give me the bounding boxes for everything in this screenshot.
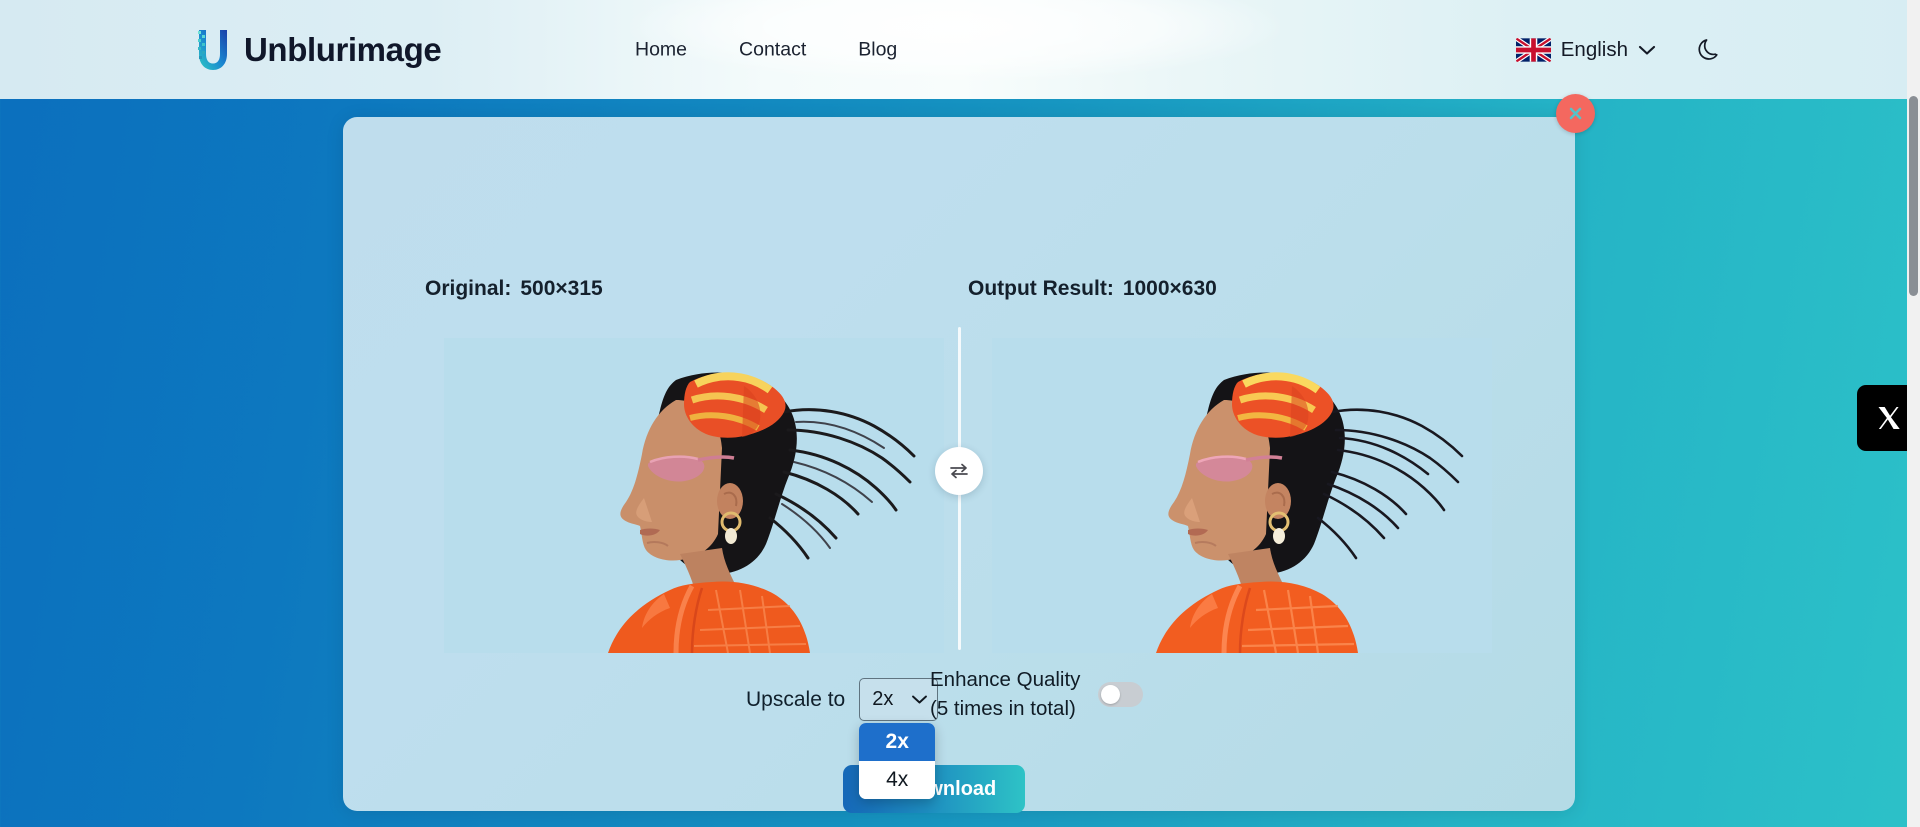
original-size-key: Original:: [425, 277, 512, 300]
enhance-quality-group: Enhance Quality (5 times in total): [930, 665, 1144, 723]
brand-name: Unblurimage: [244, 30, 442, 68]
dark-mode-toggle[interactable]: [1694, 35, 1724, 65]
upscale-option-4x[interactable]: 4x: [859, 761, 936, 799]
enhance-quality-label: Enhance Quality (5 times in total): [930, 665, 1080, 723]
enhance-quality-line2: (5 times in total): [930, 697, 1076, 721]
upscale-select-value: 2x: [872, 688, 894, 710]
upscale-options-list: 2x 4x: [859, 723, 936, 799]
nav-link-blog[interactable]: Blog: [856, 32, 899, 67]
enhance-quality-line1: Enhance Quality: [930, 668, 1081, 691]
enhance-quality-toggle[interactable]: [1098, 681, 1144, 707]
swap-arrows-icon: [950, 463, 968, 479]
language-switcher[interactable]: English: [1515, 37, 1656, 62]
original-image-frame: [444, 313, 944, 653]
controls-row: Upscale to 2x 2x 4x Enhance Quality (5 t…: [343, 657, 1575, 813]
brand-logo-link[interactable]: Unblurimage: [193, 26, 442, 74]
panel-size-labels: Original: 500×315 Output Result: 1000×630: [343, 277, 1575, 309]
output-size-value: 1000×630: [1122, 277, 1217, 300]
site-header: Unblurimage Home Contact Blog English: [0, 0, 1920, 99]
upscale-select-wrapper: 2x 2x 4x: [859, 678, 939, 799]
output-image-frame: [992, 313, 1492, 653]
chevron-down-icon: [912, 695, 928, 704]
page-scrollbar[interactable]: [1907, 0, 1920, 827]
x-twitter-icon: [1878, 407, 1900, 429]
original-photo: [444, 338, 944, 653]
upscale-select[interactable]: 2x: [859, 678, 939, 721]
moon-icon: [1698, 38, 1718, 60]
upscale-option-2x[interactable]: 2x: [859, 723, 936, 761]
original-size-value: 500×315: [520, 277, 603, 300]
uk-flag-icon: [1515, 37, 1551, 62]
output-size-key: Output Result:: [968, 277, 1114, 300]
output-size-label: Output Result: 1000×630: [968, 277, 1217, 301]
upscale-group: Upscale to 2x 2x 4x: [746, 678, 939, 799]
result-panel: Original: 500×315 Output Result: 1000×630: [343, 94, 1595, 813]
upscale-label: Upscale to: [746, 687, 846, 711]
panel-close-button[interactable]: [1556, 94, 1595, 133]
language-label: English: [1560, 37, 1628, 61]
output-photo: [992, 338, 1492, 653]
header-right-group: English: [1515, 35, 1724, 65]
original-size-label: Original: 500×315: [425, 277, 603, 301]
unblurimage-logo-icon: [198, 29, 227, 70]
main-nav: Home Contact Blog: [633, 32, 899, 67]
page-scrollbar-thumb[interactable]: [1909, 96, 1918, 296]
nav-link-contact[interactable]: Contact: [737, 32, 808, 67]
swap-images-button[interactable]: [935, 447, 983, 495]
close-icon: [1569, 107, 1582, 120]
nav-link-home[interactable]: Home: [633, 32, 689, 67]
toggle-knob: [1101, 684, 1121, 704]
chevron-down-icon: [1638, 45, 1656, 55]
image-compare-area: [343, 313, 1575, 653]
